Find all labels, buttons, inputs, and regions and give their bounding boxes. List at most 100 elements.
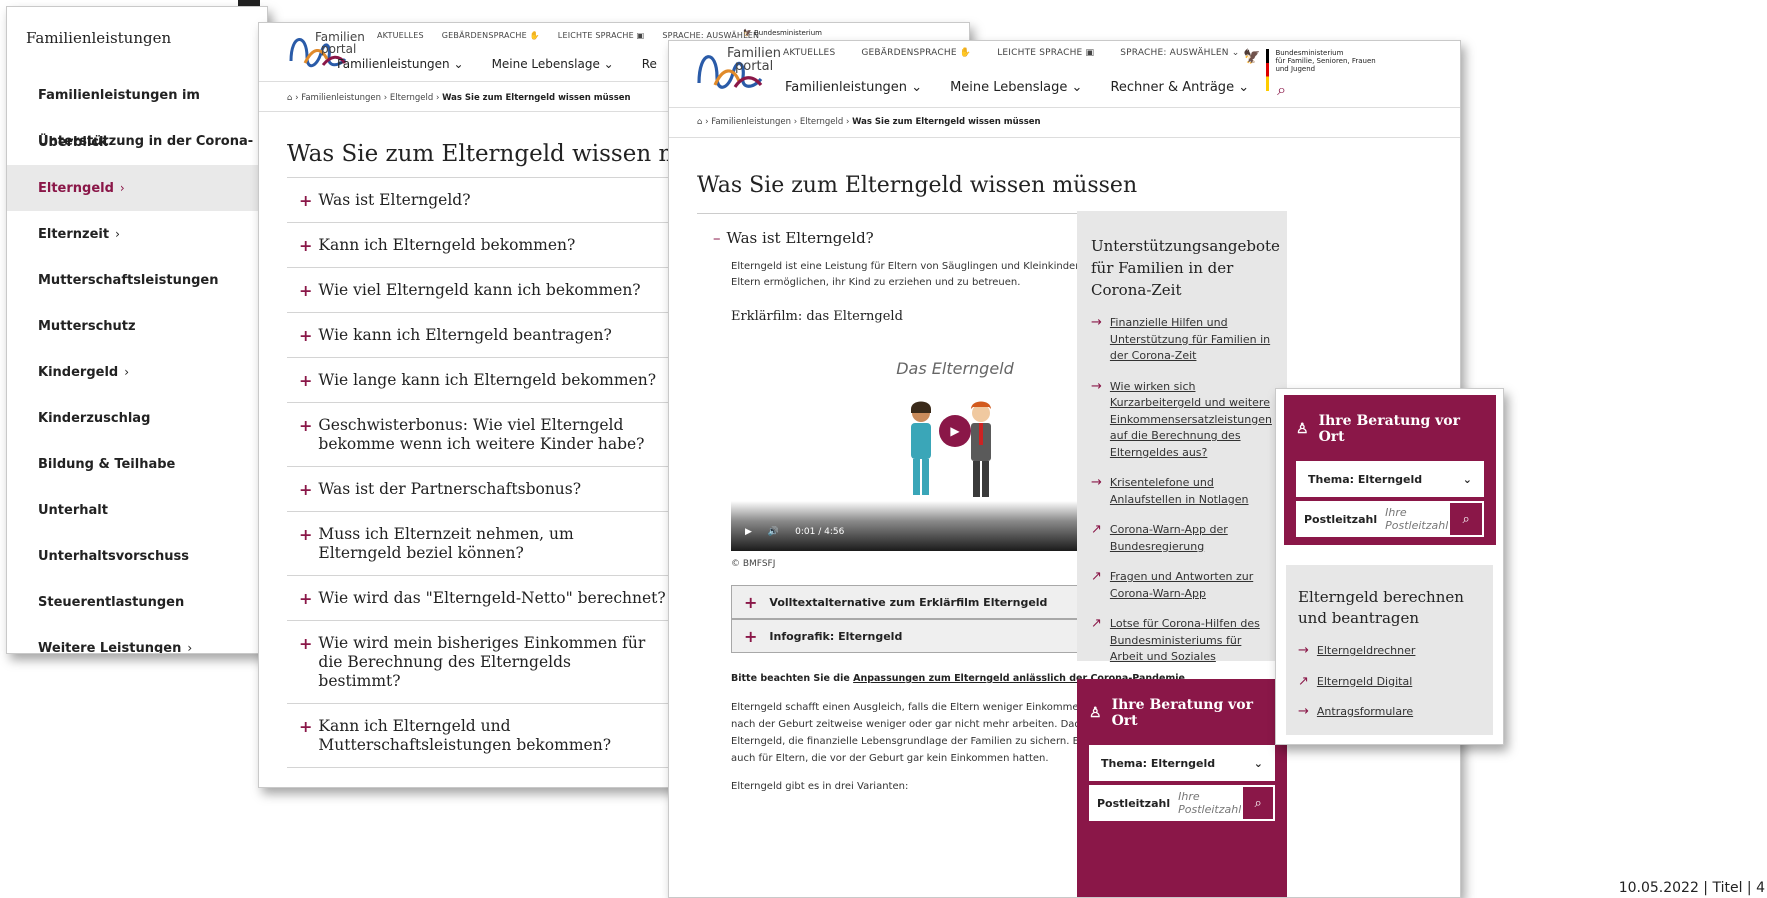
mobile-widgets-panel: ♙ Ihre Beratung vor Ort Thema: Elterngeld… bbox=[1275, 388, 1504, 745]
nav-leichte-sprache[interactable]: LEICHTE SPRACHE ▣ bbox=[558, 31, 645, 40]
chevron-down-icon: ⌄ bbox=[911, 80, 923, 95]
sidebar-item-mutterschaftsleistungen[interactable]: Mutterschaftsleistungen bbox=[7, 257, 267, 303]
external-link-icon: ↗ bbox=[1091, 569, 1102, 584]
ministry-logo-small: 🦅 Bundesministerium bbox=[743, 29, 822, 37]
sidebar-item-elterngeld[interactable]: Elterngeld › bbox=[7, 165, 267, 211]
nav-aktuelles[interactable]: AKTUELLES bbox=[783, 48, 835, 58]
search-icon[interactable]: ⌕ bbox=[1277, 80, 1286, 100]
plus-icon: + bbox=[299, 717, 313, 736]
video-subheading: Erklärfilm: das Elterngeld bbox=[731, 309, 903, 324]
nav-aktuelles[interactable]: AKTUELLES bbox=[377, 31, 424, 40]
book-icon: ▣ bbox=[1085, 48, 1095, 58]
plus-icon: + bbox=[299, 416, 313, 435]
search-icon[interactable]: ⌕ bbox=[1241, 785, 1275, 821]
sidebar-item-elternzeit[interactable]: Elternzeit › bbox=[7, 211, 267, 257]
support-link[interactable]: → Finanzielle Hilfen und Unterstützung fü… bbox=[1091, 315, 1273, 365]
person-icon: ♙ bbox=[1089, 705, 1102, 721]
breadcrumb: ⌂ › Familienleistungen › Elterngeld › Wa… bbox=[287, 93, 631, 103]
faq-question-open[interactable]: – Was ist Elterngeld? bbox=[713, 229, 874, 247]
beratung-box: ♙ Ihre Beratung vor Ort Thema: Elterngeld… bbox=[1284, 395, 1496, 545]
main-nav: Familienleistungen ⌄ Meine Lebenslage ⌄ … bbox=[785, 80, 1286, 100]
book-icon: ▣ bbox=[636, 31, 645, 40]
postleitzahl-field[interactable]: Postleitzahl Ihre Postleitzahl ⌕ bbox=[1296, 501, 1484, 537]
slide-footer: 10.05.2022 | Titel | 4 bbox=[1618, 880, 1765, 896]
sidebar-item-unterhalt[interactable]: Unterhalt bbox=[7, 487, 267, 533]
calc-links: → Elterngeldrechner ↗ Elterngeld Digital →… bbox=[1298, 643, 1481, 721]
breadcrumb: ⌂ › Familienleistungen › Elterngeld › Wa… bbox=[697, 117, 1041, 127]
logo-line2: portal bbox=[321, 42, 357, 56]
logo-line2: portal bbox=[735, 59, 774, 74]
sidebar-item-corona[interactable]: Unterstützung in der Corona-Zeit› bbox=[7, 119, 267, 196]
calc-heading: Elterngeld berechnen und beantragen bbox=[1298, 588, 1464, 627]
sidebar-panel: Familienleistungen Familienleistungen im… bbox=[6, 6, 268, 654]
person-icon: ♙ bbox=[1296, 421, 1309, 437]
postleitzahl-input[interactable]: Ihre Postleitzahl bbox=[1385, 506, 1448, 532]
top-nav: AKTUELLES GEBÄRDENSPRACHE ✋ LEICHTE SPRA… bbox=[783, 48, 1240, 58]
arrow-right-icon: → bbox=[1091, 378, 1102, 394]
home-icon[interactable]: ⌂ bbox=[287, 93, 292, 103]
support-link[interactable]: → Wie wirken sich Kurzarbeitergeld und we… bbox=[1091, 379, 1273, 462]
postleitzahl-field[interactable]: Postleitzahl Ihre Postleitzahl ⌕ bbox=[1089, 785, 1275, 821]
nav-leichte-sprache[interactable]: LEICHTE SPRACHE ▣ bbox=[997, 48, 1094, 58]
support-link[interactable]: → Krisentelefone und Anlaufstellen in Not… bbox=[1091, 475, 1273, 508]
sidebar-item-mutterschutz[interactable]: Mutterschutz bbox=[7, 303, 267, 349]
chevron-down-icon: ⌄ bbox=[1071, 80, 1083, 95]
sidebar-item-unterhaltsvorschuss[interactable]: Unterhaltsvorschuss bbox=[7, 533, 267, 579]
support-link[interactable]: ↗ Lotse für Corona-Hilfen des Bundesminis… bbox=[1091, 616, 1273, 666]
chevron-down-icon: ⌄ bbox=[1253, 756, 1263, 770]
page-title: Was Sie zum Elterngeld wissen müssen bbox=[697, 173, 1138, 198]
home-icon[interactable]: ⌂ bbox=[697, 117, 702, 127]
calc-link[interactable]: ↗ Elterngeld Digital bbox=[1298, 674, 1481, 691]
video-copyright: © BMFSFJ bbox=[731, 559, 776, 569]
sidebar-item-bildung[interactable]: Bildung & Teilhabe bbox=[7, 441, 267, 487]
plus-icon: + bbox=[299, 326, 313, 345]
calc-link[interactable]: → Elterngeldrechner bbox=[1298, 643, 1481, 660]
search-icon[interactable]: ⌕ bbox=[1448, 501, 1484, 537]
plus-icon: + bbox=[299, 191, 313, 210]
postleitzahl-input[interactable]: Ihre Postleitzahl bbox=[1178, 790, 1241, 816]
minus-icon: – bbox=[713, 229, 721, 247]
chevron-down-icon: ⌄ bbox=[1462, 472, 1472, 486]
sidebar-title: Familienleistungen bbox=[26, 29, 172, 47]
nav-rechner[interactable]: Re bbox=[642, 57, 657, 71]
plus-icon: + bbox=[299, 371, 313, 390]
hand-icon: ✋ bbox=[959, 48, 972, 58]
nav-rechner[interactable]: Rechner & Anträge ⌄ bbox=[1110, 80, 1249, 100]
nav-lebenslage[interactable]: Meine Lebenslage ⌄ bbox=[492, 57, 614, 71]
sidebar-item-steuerentlastungen[interactable]: Steuerentlastungen bbox=[7, 579, 267, 625]
crumb-divider bbox=[669, 137, 1460, 138]
sidebar-item-weitere[interactable]: Weitere Leistungen › bbox=[7, 625, 267, 653]
support-link[interactable]: ↗ Corona-Warn-App der Bundesregierung bbox=[1091, 522, 1273, 555]
sidebar-menu: Familienleistungen im Überblick Unterstü… bbox=[7, 73, 267, 653]
main-nav: Familienleistungen ⌄ Meine Lebenslage ⌄ … bbox=[337, 57, 657, 71]
chevron-down-icon: ⌄ bbox=[1231, 48, 1240, 58]
play-icon[interactable]: ▶ bbox=[939, 415, 971, 447]
external-link-icon: ↗ bbox=[1091, 616, 1102, 631]
nav-gebaerdensprache[interactable]: GEBÄRDENSPRACHE ✋ bbox=[442, 31, 540, 40]
familienportal-logo[interactable]: Familien portal bbox=[695, 43, 781, 95]
nav-sprache[interactable]: SPRACHE: AUSWÄHLEN ⌄ bbox=[1120, 48, 1239, 58]
hand-icon: ✋ bbox=[529, 31, 540, 40]
plus-icon: + bbox=[299, 525, 313, 544]
calc-link[interactable]: → Antragsformulare bbox=[1298, 704, 1481, 721]
play-button-icon[interactable]: ▶ bbox=[745, 527, 752, 537]
support-link[interactable]: ↗ Fragen und Antworten zur Corona-Warn-Ap… bbox=[1091, 569, 1273, 602]
plus-icon: + bbox=[299, 236, 313, 255]
plus-icon: + bbox=[299, 480, 313, 499]
nav-lebenslage[interactable]: Meine Lebenslage ⌄ bbox=[950, 80, 1082, 100]
chevron-down-icon: ⌄ bbox=[453, 57, 464, 71]
sidebar-item-kinderzuschlag[interactable]: Kinderzuschlag bbox=[7, 395, 267, 441]
thema-select[interactable]: Thema: Elterngeld ⌄ bbox=[1089, 745, 1275, 781]
sidebar-item-kindergeld[interactable]: Kindergeld › bbox=[7, 349, 267, 395]
chevron-down-icon: ⌄ bbox=[1238, 80, 1250, 95]
thema-select[interactable]: Thema: Elterngeld ⌄ bbox=[1296, 461, 1484, 497]
plus-icon: + bbox=[299, 589, 313, 608]
nav-gebaerdensprache[interactable]: GEBÄRDENSPRACHE ✋ bbox=[861, 48, 971, 58]
nav-familienleistungen[interactable]: Familienleistungen ⌄ bbox=[785, 80, 922, 100]
volume-icon[interactable]: 🔊 bbox=[768, 527, 779, 537]
external-link-icon: ↗ bbox=[1091, 522, 1102, 537]
arrow-right-icon: → bbox=[1091, 475, 1102, 490]
plus-icon: + bbox=[299, 281, 313, 300]
sidebar-item-ueberblick[interactable]: Familienleistungen im Überblick bbox=[7, 73, 267, 150]
nav-familienleistungen[interactable]: Familienleistungen ⌄ bbox=[337, 57, 464, 71]
